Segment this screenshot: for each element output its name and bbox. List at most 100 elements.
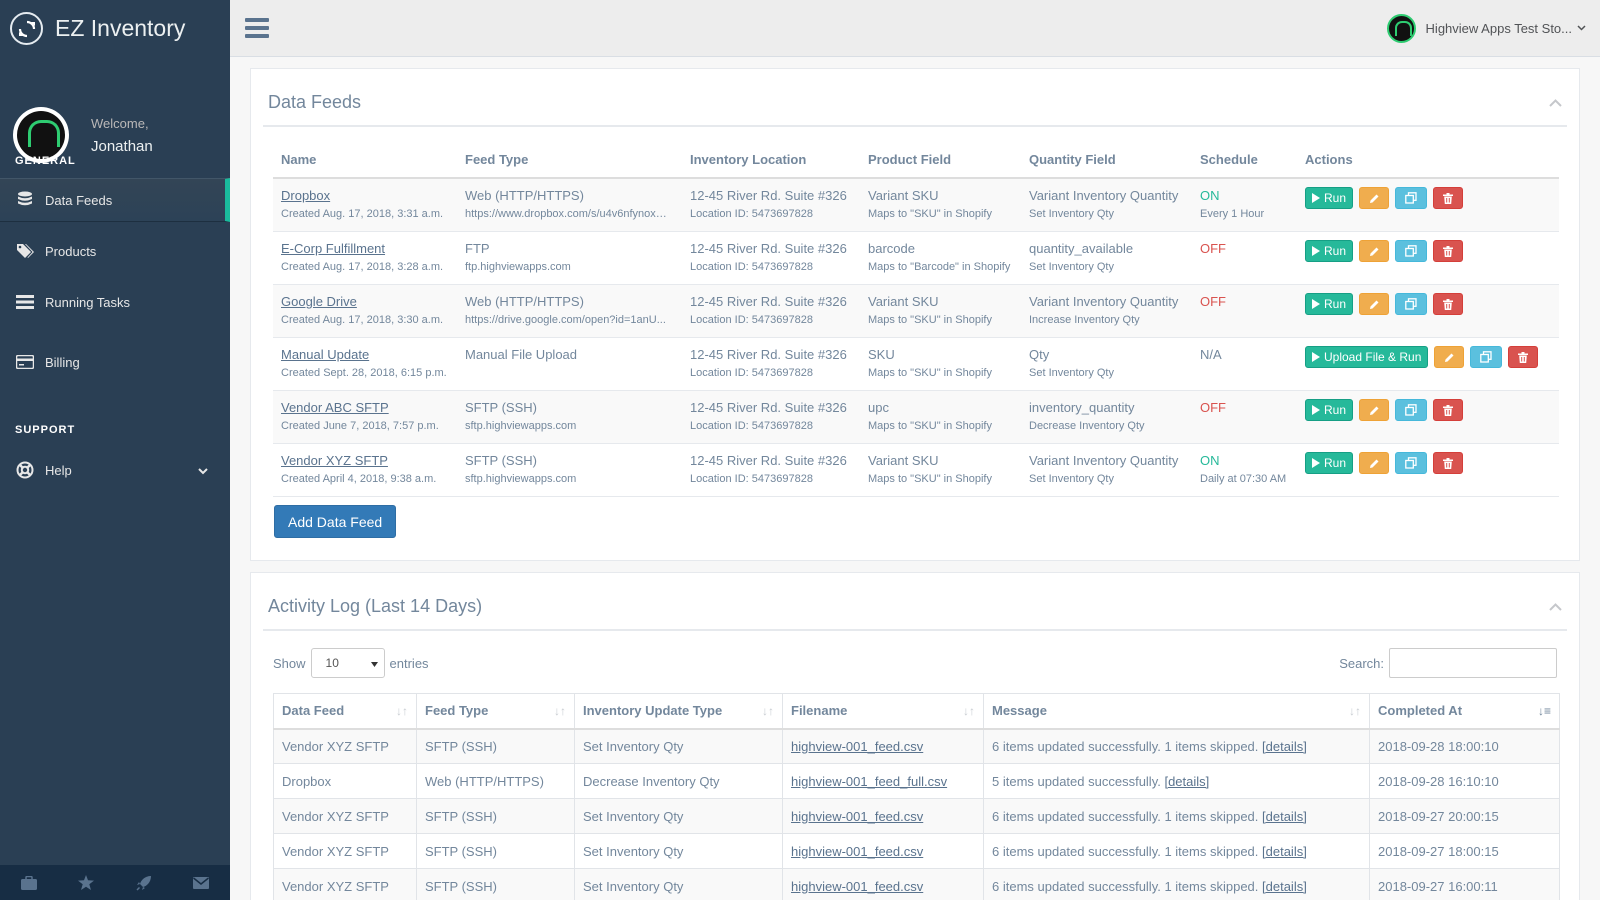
copy-button[interactable]	[1395, 187, 1428, 209]
feed-name-link[interactable]: Manual Update	[281, 347, 369, 362]
edit-button[interactable]	[1359, 293, 1390, 315]
details-link[interactable]: [details]	[1262, 879, 1307, 894]
column-header-feed-type[interactable]: Feed Type ↓↑	[416, 693, 575, 730]
cell-feed-type: SFTP (SSH) sftp.highviewapps.com	[457, 443, 682, 497]
copy-button[interactable]	[1395, 452, 1428, 474]
delete-button[interactable]	[1433, 293, 1464, 315]
feed-name-link[interactable]: Google Drive	[281, 294, 357, 309]
created-text: Created June 7, 2018, 7:57 p.m.	[281, 420, 439, 432]
sidebar-item-label: Running Tasks	[45, 294, 131, 310]
run-button[interactable]: Upload File & Run	[1305, 346, 1429, 368]
feed-name-link[interactable]: Vendor XYZ SFTP	[281, 453, 388, 468]
sidebar-item-data-feeds[interactable]: Data Feeds	[0, 178, 230, 222]
delete-button[interactable]	[1433, 187, 1464, 209]
cell-completed-at: 2018-09-28 18:00:10	[1369, 728, 1560, 764]
details-link[interactable]: [details]	[1262, 844, 1307, 859]
play-icon	[1312, 299, 1320, 309]
edit-button[interactable]	[1359, 240, 1390, 262]
run-button[interactable]: Run	[1305, 399, 1354, 421]
sidebar-item-products[interactable]: Products	[0, 229, 230, 273]
sidebar: EZ Inventory Welcome, Jonathan GENERAL D…	[0, 0, 230, 900]
rocket-icon[interactable]	[115, 865, 173, 900]
delete-button[interactable]	[1433, 399, 1464, 421]
feed-type: Manual File Upload	[465, 347, 578, 362]
cell-schedule: ON Daily at 07:30 AM	[1192, 443, 1297, 497]
entries-select[interactable]: 10	[310, 648, 385, 678]
cell-data-feed: Vendor XYZ SFTP	[273, 868, 417, 900]
play-icon	[1312, 193, 1320, 203]
feed-name-link[interactable]: Dropbox	[281, 188, 330, 203]
brand[interactable]: EZ Inventory	[0, 0, 230, 57]
table-row: Vendor XYZ SFTP SFTP (SSH) Set Inventory Q…	[273, 728, 1560, 764]
cell-feed-type: SFTP (SSH)	[416, 798, 575, 834]
search-label: Search:	[1339, 655, 1384, 671]
copy-button[interactable]	[1470, 346, 1503, 368]
message-text: 6 items updated successfully. 1 items sk…	[992, 843, 1259, 859]
column-header-completed-at[interactable]: Completed At ↓≡	[1369, 693, 1560, 730]
trash-icon	[1443, 192, 1454, 204]
filename-link[interactable]: highview-001_feed.csv	[791, 844, 923, 859]
delete-button[interactable]	[1433, 240, 1464, 262]
cell-feed-type: Web (HTTP/HTTPS) https://www.dropbox.com/…	[457, 178, 682, 232]
search-input[interactable]	[1389, 648, 1557, 678]
edit-button[interactable]	[1434, 346, 1465, 368]
store-menu[interactable]: Highview Apps Test Sto...	[1386, 14, 1586, 43]
sidebar-footer	[0, 865, 230, 900]
add-data-feed-button[interactable]: Add Data Feed	[274, 505, 397, 538]
run-button[interactable]: Run	[1305, 293, 1354, 315]
column-header-update-type[interactable]: Inventory Update Type ↓↑	[574, 693, 783, 730]
cell-feed-type: Web (HTTP/HTTPS)	[416, 763, 575, 799]
feed-name-link[interactable]: Vendor ABC SFTP	[281, 400, 389, 415]
edit-button[interactable]	[1359, 452, 1390, 474]
copy-button[interactable]	[1395, 399, 1428, 421]
refresh-logo-icon	[10, 12, 43, 45]
briefcase-icon[interactable]	[0, 865, 58, 900]
edit-button[interactable]	[1359, 187, 1390, 209]
filename-link[interactable]: highview-001_feed.csv	[791, 809, 923, 824]
product-field: barcode	[868, 241, 915, 256]
section-general: GENERAL	[15, 155, 76, 167]
copy-button[interactable]	[1395, 240, 1428, 262]
edit-button[interactable]	[1359, 399, 1390, 421]
quantity-action: Set Inventory Qty	[1029, 367, 1114, 379]
delete-button[interactable]	[1508, 346, 1539, 368]
column-header-data-feed[interactable]: Data Feed ↓↑	[273, 693, 417, 730]
feed-name-link[interactable]: E-Corp Fulfillment	[281, 241, 385, 256]
table-row: Dropbox Created Aug. 17, 2018, 3:31 a.m. W…	[273, 178, 1559, 232]
table-row: Dropbox Web (HTTP/HTTPS) Decrease Inventor…	[273, 763, 1560, 799]
delete-button[interactable]	[1433, 452, 1464, 474]
chevron-up-icon[interactable]	[1549, 598, 1562, 614]
column-header-message[interactable]: Message ↓↑	[983, 693, 1370, 730]
filename-link[interactable]: highview-001_feed.csv	[791, 739, 923, 754]
sort-icon: ↓↑	[762, 704, 774, 718]
run-button[interactable]: Run	[1305, 452, 1354, 474]
cell-message: 6 items updated successfully. 1 items sk…	[983, 833, 1370, 869]
run-button[interactable]: Run	[1305, 240, 1354, 262]
quantity-field: Variant Inventory Quantity	[1029, 188, 1179, 203]
column-header-filename[interactable]: Filename ↓↑	[782, 693, 984, 730]
pencil-icon	[1369, 459, 1379, 468]
chevron-up-icon[interactable]	[1549, 94, 1562, 110]
welcome-text: Welcome,	[91, 115, 149, 131]
product-mapping: Maps to "SKU" in Shopify	[868, 473, 992, 485]
copy-button[interactable]	[1395, 293, 1428, 315]
sidebar-item-running-tasks[interactable]: Running Tasks	[0, 280, 230, 324]
details-link[interactable]: [details]	[1164, 774, 1209, 789]
schedule-status: ON	[1200, 188, 1220, 203]
sort-desc-icon: ↓≡	[1537, 704, 1551, 718]
details-link[interactable]: [details]	[1262, 809, 1307, 824]
filename-link[interactable]: highview-001_feed.csv	[791, 879, 923, 894]
message-text: 5 items updated successfully.	[992, 773, 1161, 789]
star-icon[interactable]	[58, 865, 116, 900]
sidebar-item-help[interactable]: Help	[0, 448, 230, 492]
run-button[interactable]: Run	[1305, 187, 1354, 209]
data-feeds-panel: Data Feeds Name Feed Type Inventory Loca…	[250, 68, 1580, 561]
details-link[interactable]: [details]	[1262, 739, 1307, 754]
sidebar-item-billing[interactable]: Billing	[0, 340, 230, 384]
envelope-icon[interactable]	[173, 865, 231, 900]
filename-link[interactable]: highview-001_feed_full.csv	[791, 774, 947, 789]
menu-toggle-icon[interactable]	[245, 18, 269, 38]
location-name: 12-45 River Rd. Suite #326	[690, 241, 847, 256]
table-row: Vendor XYZ SFTP SFTP (SSH) Set Inventory Q…	[273, 868, 1560, 900]
location-id: Location ID: 5473697828	[690, 473, 813, 485]
